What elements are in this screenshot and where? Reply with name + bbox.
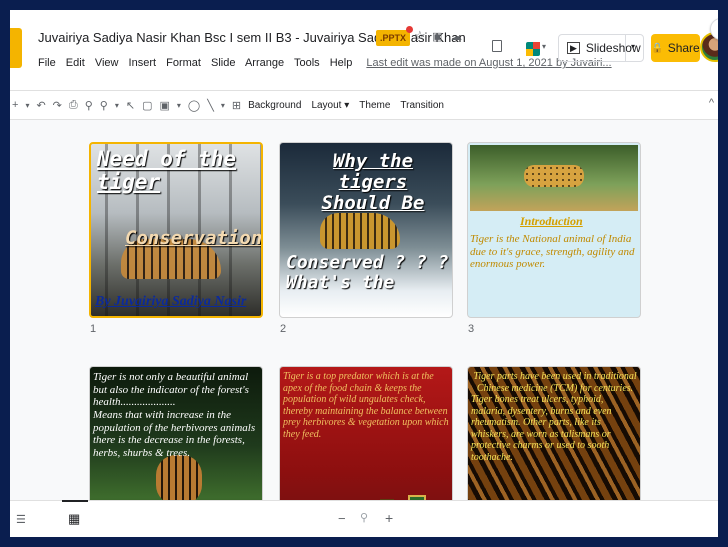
text-box-icon[interactable]: ▢ xyxy=(142,99,152,112)
share-label: Share xyxy=(667,41,700,55)
layout-label: Layout xyxy=(311,99,342,111)
menu-view[interactable]: View xyxy=(95,57,119,69)
chevron-down-icon[interactable]: ▾ xyxy=(177,101,181,110)
zoom-out-icon[interactable]: − xyxy=(338,511,346,526)
body-line: Means that with increase in the populati… xyxy=(93,408,256,459)
play-icon: ▶ xyxy=(567,42,580,54)
select-icon[interactable]: ↖ xyxy=(126,99,135,112)
chevron-down-icon: ▾ xyxy=(542,42,547,51)
slide-author: By Juvairiya Sadiya Nasir xyxy=(95,294,247,309)
slide-subtitle: Conservation xyxy=(125,227,263,249)
divider xyxy=(625,35,626,61)
comment-add-icon[interactable]: ⊞ xyxy=(232,99,241,112)
menu-format[interactable]: Format xyxy=(166,57,201,69)
leopard-image xyxy=(524,165,584,187)
zoom-in-icon[interactable]: + xyxy=(385,510,393,526)
slide-body: Conserved ? ? ? What's the xyxy=(286,253,449,293)
slide-body: Tiger parts have been used in traditiona… xyxy=(471,371,639,463)
menu-slide[interactable]: Slide xyxy=(211,57,235,69)
redo-icon[interactable]: ↷ xyxy=(53,99,62,112)
chevron-down-icon[interactable]: ▾ xyxy=(631,42,635,51)
chevron-down-icon[interactable]: ▾ xyxy=(115,101,119,110)
tiger-image xyxy=(156,455,202,500)
zoom-icon[interactable]: ⚲ xyxy=(100,99,108,112)
new-slide-icon[interactable]: + xyxy=(12,99,18,111)
menu-bar: File Edit View Insert Format Slide Arran… xyxy=(38,57,619,69)
share-button[interactable]: 🔒 Share xyxy=(651,34,700,62)
transition-button[interactable]: Transition xyxy=(400,100,444,111)
undo-icon[interactable]: ↶ xyxy=(36,99,45,112)
title-line: Need of the xyxy=(97,147,237,171)
slide-thumbnail-1[interactable]: Need of the tiger Conservation By Juvair… xyxy=(89,142,263,318)
body-line: Tiger parts have been used in traditiona… xyxy=(473,371,637,394)
menu-tools[interactable]: Tools xyxy=(294,57,320,69)
slide-thumbnail-3[interactable]: Introduction Tiger is the National anima… xyxy=(467,142,641,318)
theme-button[interactable]: Theme xyxy=(359,100,390,111)
zoom-icon: ⚲ xyxy=(360,512,369,524)
chevron-down-icon[interactable]: ▾ xyxy=(25,101,29,110)
body-line: Tiger is not only a beautiful animal but… xyxy=(93,371,249,409)
bottom-bar: ☰ ▦ − ⚲ + xyxy=(10,500,718,537)
slide-title: Why the tigers Should Be xyxy=(298,151,448,214)
slide-thumbnail-4[interactable]: Tiger is not only a beautiful animal but… xyxy=(89,366,263,500)
body-line: What's the xyxy=(286,271,395,293)
background-button[interactable]: Background xyxy=(248,100,301,111)
slide-number: 3 xyxy=(468,323,475,335)
menu-arrange[interactable]: Arrange xyxy=(245,57,284,69)
star-icon[interactable]: ☆ xyxy=(414,28,426,44)
menu-help[interactable]: Help xyxy=(330,57,353,69)
slide-number: 1 xyxy=(90,323,97,335)
pptx-badge[interactable]: .PPTX xyxy=(376,26,414,46)
image-icon[interactable]: ▣ xyxy=(159,99,169,112)
leopard-image xyxy=(320,213,400,249)
slide-body: Tiger is a top predator which is at the … xyxy=(283,371,449,440)
title-line: Why the tigers xyxy=(332,150,414,193)
filmstrip-view-icon[interactable]: ☰ xyxy=(16,513,26,526)
slide-thumbnail-6[interactable]: Tiger parts have been used in traditiona… xyxy=(467,366,641,500)
comments-button[interactable] xyxy=(490,38,504,54)
collapse-toolbar-icon[interactable]: ^ xyxy=(709,97,714,109)
meet-icon-part xyxy=(533,42,540,49)
body-line: Tiger bones treat ulcers, typhoid, malar… xyxy=(471,394,612,463)
slides-window: Juvairiya Sadiya Nasir Khan Bsc I sem II… xyxy=(10,10,718,537)
title-line: tiger xyxy=(97,170,161,195)
header: Juvairiya Sadiya Nasir Khan Bsc I sem II… xyxy=(10,10,718,88)
comments-icon xyxy=(492,40,502,52)
slideshow-button[interactable]: ▶ Slideshow ▾ xyxy=(558,34,644,62)
line-icon[interactable]: ╲ xyxy=(207,99,214,112)
slide-number: 2 xyxy=(280,323,287,335)
slide-title: Need of the tiger xyxy=(97,147,237,195)
lock-icon: 🔒 xyxy=(651,42,664,54)
slide-thumbnail-2[interactable]: Why the tigers Should Be Conserved ? ? ?… xyxy=(279,142,453,318)
slide-grid: Need of the tiger Conservation By Juvair… xyxy=(10,120,718,500)
layout-button[interactable]: Layout ▾ xyxy=(311,100,349,111)
menu-file[interactable]: File xyxy=(38,57,56,69)
chevron-down-icon[interactable]: ▾ xyxy=(221,101,225,110)
toolbar: + ▾ ↶ ↷ ⎙ ⚲ ⚲ ▾ ↖ ▢ ▣ ▾ ◯ ╲ ▾ ⊞ Backgrou… xyxy=(10,90,718,120)
body-line: Conserved ? ? ? xyxy=(286,252,449,273)
move-folder-icon[interactable]: ▣ xyxy=(432,30,442,43)
paint-format-icon[interactable]: ⚲ xyxy=(85,99,93,112)
slide-heading: Introduction xyxy=(520,214,583,228)
meet-icon-part xyxy=(526,49,533,56)
shape-icon[interactable]: ◯ xyxy=(188,99,200,112)
slides-logo-icon[interactable] xyxy=(10,28,22,68)
cloud-status-icon[interactable]: ☁ xyxy=(451,30,462,43)
slide-body: Tiger is not only a beautiful animal but… xyxy=(93,371,261,459)
title-line: Should Be xyxy=(321,191,425,214)
meet-button[interactable]: ▾ xyxy=(526,40,548,58)
slide-thumbnail-5[interactable]: Tiger is a top predator which is at the … xyxy=(279,366,453,500)
menu-insert[interactable]: Insert xyxy=(129,57,157,69)
slide-body: Tiger is the National animal of India du… xyxy=(470,233,635,271)
menu-edit[interactable]: Edit xyxy=(66,57,85,69)
print-icon[interactable]: ⎙ xyxy=(69,99,78,112)
grid-view-icon[interactable]: ▦ xyxy=(61,500,89,527)
